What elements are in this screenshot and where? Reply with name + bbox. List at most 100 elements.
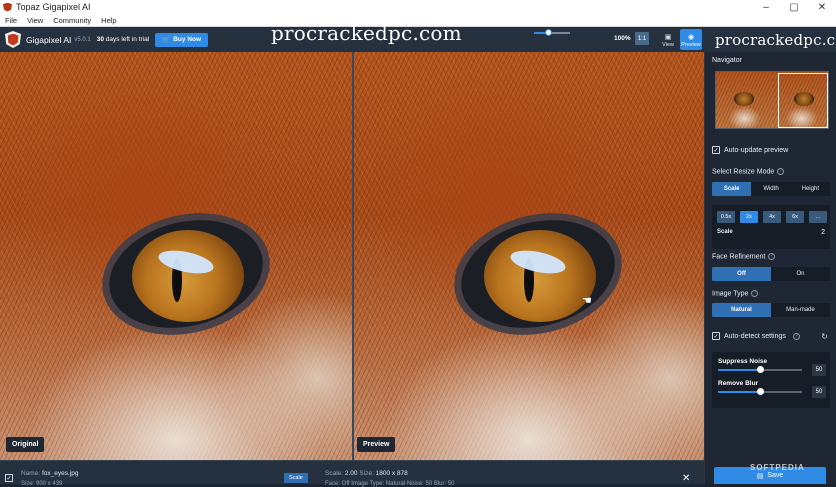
- softpedia-watermark: SOFTPEDIA: [750, 463, 805, 472]
- image-type-man-made[interactable]: Man-made: [771, 303, 830, 317]
- close-window-icon[interactable]: ✕: [808, 2, 836, 13]
- eye-icon: ◉: [687, 34, 695, 41]
- remove-image-icon[interactable]: ✕: [682, 473, 690, 484]
- app-name: Gigapixel AI: [26, 34, 72, 45]
- auto-update-label: Auto-update preview: [724, 146, 789, 154]
- watermark-text-left: procrackedpc.com: [271, 21, 462, 45]
- help-icon[interactable]: ?: [768, 253, 776, 260]
- resize-mode-label: Select Resize Mode: [712, 168, 775, 176]
- suppress-noise-slider[interactable]: [718, 366, 802, 373]
- view-label: View: [662, 42, 674, 48]
- scale-preset-6x[interactable]: 6x: [786, 211, 804, 223]
- help-icon[interactable]: ?: [777, 168, 785, 175]
- preview-image-pane[interactable]: Preview: [354, 52, 704, 460]
- menu-file[interactable]: File: [0, 16, 22, 25]
- resize-mode-height[interactable]: Height: [791, 182, 830, 196]
- menu-view[interactable]: View: [22, 16, 48, 25]
- window-title: Topaz Gigapixel AI: [16, 2, 91, 12]
- gigapixel-logo-icon: [5, 31, 21, 48]
- output-size-key: Size:: [359, 470, 374, 477]
- face-refinement-off[interactable]: Off: [712, 267, 771, 281]
- navigator-thumbnail[interactable]: [715, 71, 829, 129]
- app-logo-icon: [3, 2, 12, 12]
- menu-community[interactable]: Community: [48, 16, 96, 25]
- image-type-label: Image Type: [712, 290, 749, 298]
- suppress-noise-handle[interactable]: [757, 366, 764, 373]
- output-scale-key: Scale:: [325, 470, 344, 477]
- resize-mode-scale[interactable]: Scale: [712, 182, 752, 196]
- original-image-pane[interactable]: Original: [0, 52, 352, 460]
- original-label: Original: [6, 437, 45, 452]
- zoom-fit-button[interactable]: 1:1: [635, 32, 649, 45]
- resize-mode-width[interactable]: Width: [751, 182, 790, 196]
- file-name: Name: fox_eyes.jpg: [21, 470, 78, 477]
- window-controls: – ▢ ✕: [752, 2, 836, 13]
- preview-button[interactable]: ◉ Preview: [680, 29, 702, 50]
- buy-now-label: Buy Now: [173, 36, 202, 43]
- face-refinement-on[interactable]: On: [771, 267, 830, 281]
- preview-button-label: Preview: [681, 42, 701, 48]
- scale-preset-4x[interactable]: 4x: [763, 211, 781, 223]
- help-icon[interactable]: ?: [751, 290, 759, 297]
- face-refinement-toggle: Off On: [712, 267, 830, 281]
- scale-preset-2x[interactable]: 2x: [740, 211, 758, 223]
- save-icon: ▤: [756, 472, 764, 480]
- buy-now-button[interactable]: 🛒 Buy Now: [155, 32, 209, 47]
- minimize-icon[interactable]: –: [752, 2, 780, 13]
- mode-badge[interactable]: Scale: [284, 473, 308, 483]
- view-button[interactable]: ▣ View: [657, 29, 679, 50]
- resize-mode-title: Select Resize Mode?: [712, 168, 785, 176]
- image-type-natural[interactable]: Natural: [712, 303, 771, 317]
- suppress-noise-value[interactable]: 50: [812, 364, 826, 376]
- remove-blur-slider[interactable]: [718, 388, 802, 395]
- navigator-eye-left: [734, 92, 754, 106]
- menu-help[interactable]: Help: [96, 16, 121, 25]
- trial-days: 30: [96, 36, 104, 43]
- suppress-noise-fill: [718, 369, 760, 371]
- remove-blur-fill: [718, 391, 760, 393]
- checkmark-icon: ✓: [712, 332, 720, 340]
- enhancement-sliders-panel: Suppress Noise 50 Remove Blur 50: [712, 352, 830, 408]
- remove-blur-label: Remove Blur: [718, 380, 759, 387]
- zoom-slider-track[interactable]: [534, 29, 570, 36]
- output-size-value: 1800 x 878: [375, 470, 408, 477]
- maximize-icon[interactable]: ▢: [780, 2, 808, 13]
- output-scale-value: 2.00: [344, 470, 358, 477]
- original-size: Size: 900 x 439: [21, 481, 63, 487]
- remove-blur-value[interactable]: 50: [812, 386, 826, 398]
- navigator-viewport[interactable]: [778, 73, 828, 128]
- split-view-icon: ▣: [664, 34, 672, 41]
- face-refinement-title: Face Refinement?: [712, 253, 776, 260]
- scale-value-input[interactable]: 2: [821, 229, 825, 236]
- suppress-noise-label: Suppress Noise: [718, 358, 768, 365]
- zoom-level: 100%: [614, 35, 631, 42]
- auto-update-preview-checkbox[interactable]: ✓ Auto-update preview: [712, 146, 788, 154]
- cart-icon: 🛒: [162, 36, 171, 44]
- scale-preset-custom[interactable]: ...: [809, 211, 827, 223]
- scale-options-panel: 0.5x 2x 4x 6x ... Scale 2: [712, 205, 830, 249]
- output-info: Scale: 2.00 Size: 1800 x 878: [325, 470, 408, 477]
- resize-mode-selector: Scale Width Height: [712, 182, 830, 196]
- zoom-slider[interactable]: [534, 29, 570, 36]
- save-label: Save: [767, 472, 784, 479]
- image-type-selector: Natural Man-made: [712, 303, 830, 317]
- scale-presets: 0.5x 2x 4x 6x ...: [717, 211, 827, 223]
- app-version: v5.0.1: [74, 36, 91, 43]
- fox-iris-image-upscaled: [484, 230, 596, 322]
- auto-detect-checkbox[interactable]: ✓ Auto-detect settings ?: [712, 332, 800, 340]
- trial-text: days left in trial: [105, 36, 150, 43]
- image-list-bar: ✓ Name: fox_eyes.jpg Size: 900 x 439 Sca…: [0, 460, 704, 487]
- remove-blur-handle[interactable]: [757, 388, 764, 395]
- navigator-title: Navigator: [712, 57, 742, 64]
- preview-label: Preview: [357, 437, 396, 452]
- auto-detect-label: Auto-detect settings: [724, 332, 786, 340]
- watermark-text-right: procrackedpc.com: [715, 31, 836, 49]
- image-select-checkbox[interactable]: ✓: [5, 474, 13, 482]
- checkmark-icon: ✓: [712, 146, 720, 154]
- refresh-icon[interactable]: ↻: [821, 332, 828, 341]
- scale-preset-0-5x[interactable]: 0.5x: [717, 211, 735, 223]
- settings-sidebar: Navigator ✓ Auto-update preview Select R…: [704, 52, 836, 484]
- help-icon[interactable]: ?: [792, 332, 800, 340]
- fox-iris-image: [132, 230, 244, 322]
- scale-label: Scale: [717, 229, 733, 235]
